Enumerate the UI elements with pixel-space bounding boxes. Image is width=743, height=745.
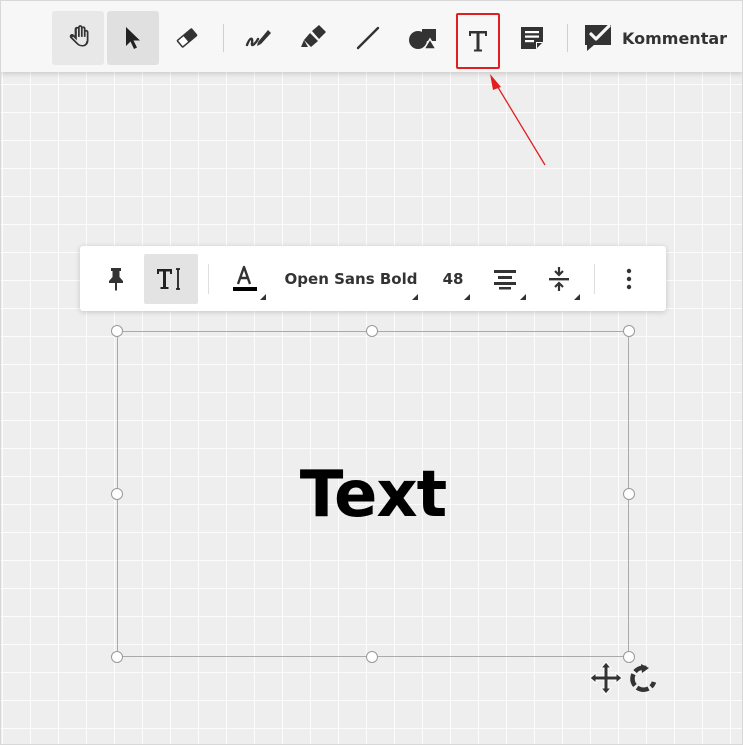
eraser-tool-button[interactable]	[161, 11, 213, 65]
comment-check-icon	[585, 24, 611, 51]
text-tool-button[interactable]	[456, 13, 500, 69]
sticky-note-icon	[521, 27, 543, 49]
highlighter-icon	[301, 25, 326, 47]
font-size-value: 48	[442, 270, 464, 288]
line-spacing-icon	[549, 267, 569, 291]
text-align-button[interactable]	[482, 254, 528, 304]
highlighter-tool-button[interactable]	[288, 11, 340, 65]
shapes-tool-button[interactable]	[397, 11, 449, 65]
text-mode-button[interactable]	[144, 254, 198, 304]
resize-handle-bottom[interactable]	[366, 651, 378, 663]
cursor-arrow-icon	[126, 27, 140, 49]
font-family-value: Open Sans Bold	[284, 270, 418, 288]
rotate-handle[interactable]	[627, 663, 659, 699]
sticky-note-tool-button[interactable]	[506, 11, 558, 65]
more-options-button[interactable]	[610, 254, 648, 304]
shapes-icon	[409, 29, 438, 50]
resize-handle-bottom-left[interactable]	[111, 651, 123, 663]
eraser-icon	[176, 28, 198, 48]
pin-icon	[109, 268, 123, 291]
more-vertical-icon	[626, 268, 632, 290]
font-family-select[interactable]: Open Sans Bold	[280, 254, 422, 304]
text-t-icon	[469, 31, 487, 52]
pin-button[interactable]	[94, 254, 138, 304]
line-tool-button[interactable]	[342, 11, 394, 65]
hand-tool-button[interactable]	[52, 11, 104, 65]
canvas-text[interactable]: Text	[117, 455, 629, 535]
resize-handle-bottom-right[interactable]	[623, 651, 635, 663]
text-cursor-icon	[157, 268, 180, 290]
resize-handle-top[interactable]	[366, 325, 378, 337]
comment-label: Kommentar	[622, 28, 728, 48]
select-tool-button[interactable]	[107, 11, 159, 65]
move-handle[interactable]	[589, 661, 623, 699]
hand-icon	[69, 25, 89, 47]
text-format-toolbar: Open Sans Bold 48	[80, 246, 666, 311]
move-arrows-icon	[589, 661, 623, 695]
main-toolbar: Kommentar	[0, 0, 743, 72]
pen-icon	[245, 30, 271, 47]
rotate-icon	[630, 664, 657, 692]
resize-handle-top-right[interactable]	[623, 325, 635, 337]
font-color-icon	[233, 265, 257, 291]
font-size-select[interactable]: 48	[432, 254, 474, 304]
comment-button[interactable]: Kommentar	[582, 18, 727, 58]
pen-tool-button[interactable]	[233, 11, 285, 65]
align-center-icon	[494, 270, 516, 290]
line-spacing-button[interactable]	[536, 254, 582, 304]
line-icon	[356, 26, 380, 50]
resize-handle-top-left[interactable]	[111, 325, 123, 337]
font-color-button[interactable]	[220, 254, 268, 304]
